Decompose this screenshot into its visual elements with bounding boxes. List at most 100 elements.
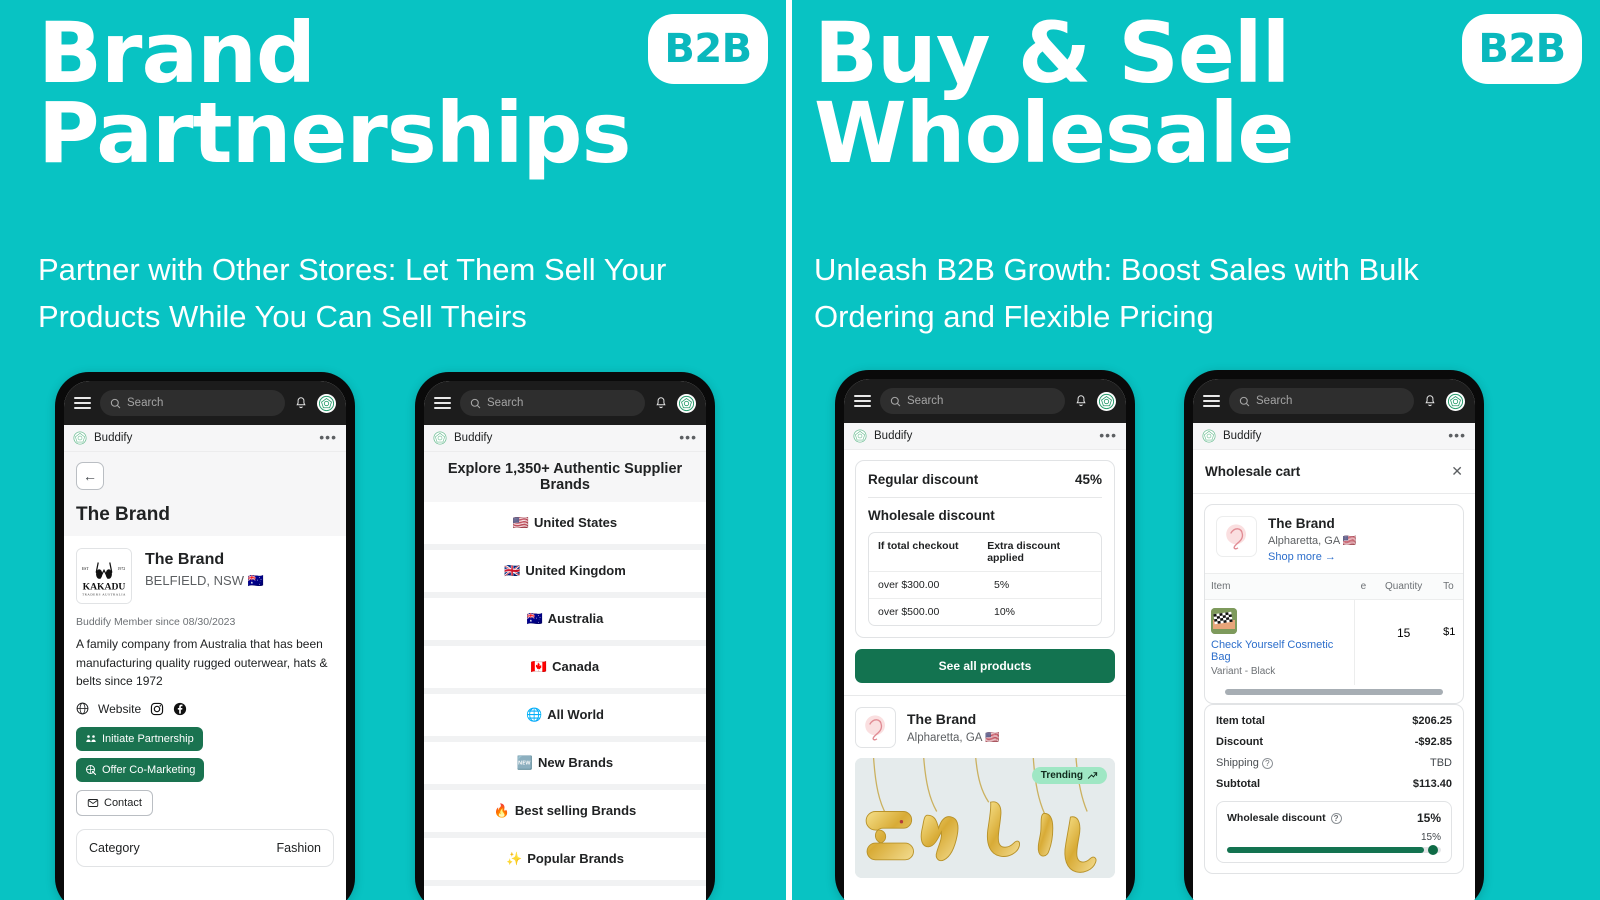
bell-icon[interactable] [1074, 394, 1088, 408]
subtotal-label: Subtotal [1216, 778, 1260, 790]
list-item-label: United States [534, 515, 618, 530]
more-dots-icon[interactable]: ••• [679, 431, 697, 444]
search-input[interactable]: Search [100, 390, 285, 416]
product-variant: Variant - Black [1211, 666, 1276, 677]
subtitle-right: Unleash B2B Growth: Boost Sales with Bul… [814, 252, 1419, 335]
brand-name: The Brand [907, 711, 977, 727]
user-avatar[interactable] [1097, 391, 1116, 411]
search-icon [470, 398, 481, 408]
see-all-products-button[interactable]: See all products [855, 649, 1115, 683]
globe-icon[interactable] [76, 702, 89, 715]
list-item-label: United Kingdom [525, 563, 626, 578]
product-image[interactable]: Trending [855, 758, 1115, 878]
offer-comarketing-button[interactable]: Offer Co-Marketing [76, 757, 205, 782]
hamburger-icon[interactable] [1203, 395, 1220, 407]
bell-icon[interactable] [654, 396, 668, 410]
close-icon[interactable]: ✕ [1451, 463, 1463, 480]
user-avatar[interactable] [317, 393, 336, 413]
table-row: over $300.00 5% [869, 572, 1101, 599]
list-item-united-states[interactable]: 🇺🇸 United States [424, 502, 706, 550]
phone-mockup-brand-profile: Search Buddify ••• ← The Brand EST 1972 … [55, 372, 355, 900]
slider-fill [1227, 847, 1424, 853]
user-avatar[interactable] [1446, 391, 1465, 411]
brand-summary-row[interactable]: The Brand Alpharetta, GA 🇺🇸 [844, 696, 1126, 748]
back-button[interactable]: ← [76, 462, 104, 490]
app-name-label: Buddify [94, 432, 133, 444]
new-icon: 🆕 [516, 755, 534, 770]
phone-screen: Search Buddify ••• Explore 1,350+ Authen… [424, 381, 706, 900]
help-icon[interactable]: ? [1261, 758, 1273, 769]
sparkles-icon: ✨ [506, 851, 523, 866]
cart-header: Wholesale cart ✕ [1193, 450, 1475, 494]
table-row: over $500.00 10% [869, 599, 1101, 625]
cart-brand-row: The Brand Alpharetta, GA 🇺🇸 Shop more → [1205, 505, 1463, 573]
buddify-logo-icon [853, 429, 867, 443]
brand-logo: EST 1972 KAKADU TRADERS AUSTRALIA [76, 548, 132, 604]
product-thumbnail[interactable] [1211, 608, 1237, 634]
cart-table-header: Item e Quantity To [1205, 573, 1463, 600]
brand-logo [1216, 516, 1257, 557]
website-link[interactable]: Website [98, 702, 141, 716]
contact-button[interactable]: Contact [76, 789, 153, 816]
hamburger-icon[interactable] [434, 397, 451, 409]
more-dots-icon[interactable]: ••• [319, 431, 337, 444]
shop-more-link[interactable]: Shop more → [1268, 551, 1356, 563]
totals-row-discount: Discount -$92.85 [1216, 736, 1452, 748]
initiate-partnership-label: Initiate Partnership [102, 732, 194, 745]
list-item-popular-brands[interactable]: ✨ Popular Brands [424, 838, 706, 886]
headline-line-2: Wholesale [814, 83, 1294, 182]
list-item-new-brands[interactable]: 🆕 New Brands [424, 742, 706, 790]
help-icon[interactable]: ? [1330, 812, 1342, 824]
fire-icon: 🔥 [493, 803, 510, 818]
headline-line-2: Partnerships [38, 83, 631, 182]
list-item-label: All World [547, 707, 604, 722]
list-item-label: Best selling Brands [514, 803, 637, 818]
brand-location: Alpharetta, GA 🇺🇸 [1268, 535, 1357, 547]
list-item-best-selling-brands[interactable]: 🔥 Best selling Brands [424, 790, 706, 838]
more-dots-icon[interactable]: ••• [1448, 429, 1466, 442]
discount-slider[interactable] [1227, 845, 1441, 855]
app-chrome-bar: Buddify ••• [844, 423, 1126, 450]
list-item-all-world[interactable]: 🌐 All World [424, 694, 706, 742]
cell-discount-value: 5% [994, 579, 1010, 591]
buddify-logo-icon [1202, 429, 1216, 443]
phone-mockup-supplier-brands: Search Buddify ••• Explore 1,350+ Authen… [415, 372, 715, 900]
cart-title: Wholesale cart [1205, 464, 1301, 479]
svg-text:1972: 1972 [118, 567, 126, 571]
page-title: The Brand [76, 504, 170, 525]
phone-screen: Search Buddify ••• Wholesale cart ✕ The … [1193, 379, 1475, 900]
bell-icon[interactable] [294, 396, 308, 410]
buddify-logo-icon [73, 431, 87, 445]
user-avatar[interactable] [677, 393, 696, 413]
list-item-united-kingdom[interactable]: 🇬🇧 United Kingdom [424, 550, 706, 598]
list-item-label: Australia [547, 611, 604, 626]
cart-totals-card: Item total $206.25 Discount -$92.85 Ship… [1204, 704, 1464, 874]
list-item-label: Canada [552, 659, 600, 674]
instagram-icon[interactable] [150, 702, 164, 716]
slider-handle[interactable] [1428, 845, 1438, 855]
facebook-icon[interactable] [173, 702, 187, 716]
product-link[interactable]: Check Yourself Cosmetic Bag [1211, 639, 1348, 663]
search-input[interactable]: Search [460, 390, 645, 416]
initiate-partnership-button[interactable]: Initiate Partnership [76, 726, 203, 751]
search-input[interactable]: Search [1229, 388, 1414, 414]
horizontal-scrollbar[interactable] [1225, 689, 1443, 695]
search-placeholder-text: Search [487, 397, 524, 409]
flag-icon-au: 🇦🇺 [526, 611, 543, 626]
divider [868, 497, 1102, 498]
app-chrome-bar: Buddify ••• [64, 425, 346, 452]
hamburger-icon[interactable] [854, 395, 871, 407]
search-input[interactable]: Search [880, 388, 1065, 414]
more-dots-icon[interactable]: ••• [1099, 429, 1117, 442]
svg-text:EST: EST [82, 567, 89, 571]
category-row: Category Fashion [76, 828, 334, 867]
list-item-australia[interactable]: 🇦🇺 Australia [424, 598, 706, 646]
phone-mockup-wholesale-discounts: Search Buddify ••• Regular discount 45% … [835, 370, 1135, 900]
hamburger-icon[interactable] [74, 397, 91, 409]
b2b-badge-right: B2B [1462, 14, 1582, 84]
list-item-canada[interactable]: 🇨🇦 Canada [424, 646, 706, 694]
headline-left: Brand Partnerships [38, 11, 658, 175]
cart-item-quantity[interactable]: 15 [1370, 600, 1437, 648]
bell-icon[interactable] [1423, 394, 1437, 408]
offer-comarketing-label: Offer Co-Marketing [102, 763, 196, 776]
